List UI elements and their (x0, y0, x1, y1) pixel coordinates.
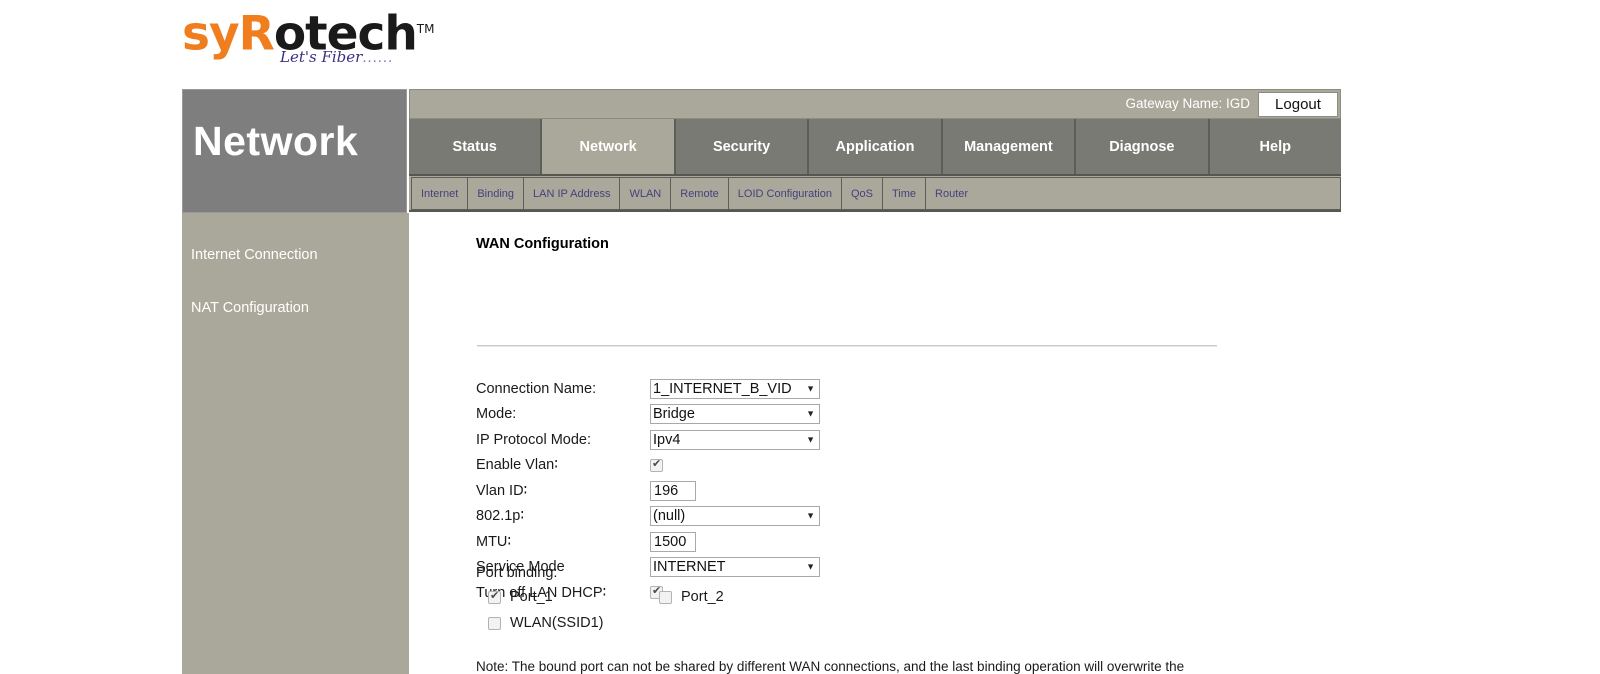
control-mtu (650, 531, 696, 552)
logo-text-r: R (238, 6, 275, 62)
dot1p-dropdown-wrap: (null) ▼ (650, 506, 820, 527)
port-1-label: Port_1 (510, 589, 553, 605)
logo-tagline: Let's Fiber...... (280, 48, 393, 66)
control-dot1p: (null) ▼ (650, 506, 820, 527)
label-enable-vlan: Enable Vlan∶ (476, 457, 558, 474)
logo-text-sy: sy (182, 6, 240, 62)
wlan-ssid1-checkbox[interactable] (488, 616, 501, 630)
topbar: Gateway Name: IGD Logout (409, 89, 1341, 119)
dot1p-select[interactable]: (null) (650, 506, 820, 527)
left-column: Network Internet Connection NAT Configur… (182, 89, 409, 674)
tab-security[interactable]: Security (675, 119, 810, 174)
admin-frame: Network Internet Connection NAT Configur… (182, 89, 1341, 674)
logo-trademark: TM (416, 22, 435, 36)
sub-navigation: Internet Binding LAN IP Address WLAN Rem… (409, 174, 1341, 212)
label-mtu: MTU∶ (476, 533, 512, 550)
tab-diagnose[interactable]: Diagnose (1076, 119, 1210, 174)
label-port-binding: Port binding: (476, 565, 558, 581)
row-dot1p: 802.1p∶ (null) ▼ (476, 504, 1236, 530)
section-title-block: Network (182, 89, 407, 213)
page-title: Network (193, 118, 359, 164)
row-turn-off-lan-dhcp: Turn off LAN DHCP∶ (476, 580, 1236, 606)
subtab-time[interactable]: Time (881, 177, 927, 210)
logo-tagline-dots: ...... (362, 51, 394, 66)
subtab-qos[interactable]: QoS (840, 177, 883, 210)
ip-protocol-mode-select[interactable]: Ipv4 (650, 429, 820, 450)
label-mode: Mode: (476, 406, 517, 423)
row-connection-name: Connection Name: 1_INTERNET_B_VID ▼ (476, 376, 1236, 402)
logo-tagline-text: Let's Fiber (280, 48, 363, 66)
label-ip-protocol-mode: IP Protocol Mode: (476, 431, 591, 448)
mtu-input[interactable] (650, 531, 696, 552)
wan-configuration-form: Connection Name: 1_INTERNET_B_VID ▼ Mode… (476, 376, 1236, 606)
mode-select[interactable]: Bridge (650, 404, 820, 425)
control-connection-name: 1_INTERNET_B_VID ▼ (650, 378, 820, 399)
router-admin-page: syRotechTM Let's Fiber...... Network Int… (0, 0, 1600, 674)
service-mode-dropdown-wrap: INTERNET ▼ (650, 557, 820, 578)
wlan-ssid1-label: WLAN(SSID1) (510, 615, 604, 631)
row-enable-vlan: Enable Vlan∶ (476, 453, 1236, 479)
subtab-lan-ip-address[interactable]: LAN IP Address (523, 177, 621, 210)
tab-management[interactable]: Management (942, 119, 1077, 174)
port-2-checkbox[interactable] (659, 590, 672, 604)
subtab-binding[interactable]: Binding (467, 177, 525, 210)
label-dot1p: 802.1p∶ (476, 508, 525, 525)
label-connection-name: Connection Name: (476, 380, 597, 397)
tab-status[interactable]: Status (409, 119, 543, 174)
row-service-mode: Service Mode INTERNET ▼ (476, 555, 1236, 581)
subtab-internet[interactable]: Internet (411, 177, 469, 210)
port-binding-item-wlan-ssid1: WLAN(SSID1) (488, 615, 603, 631)
control-ip-protocol-mode: Ipv4 ▼ (650, 429, 820, 450)
mode-dropdown-wrap: Bridge ▼ (650, 404, 820, 425)
sub-navigation-filler (977, 177, 1341, 210)
row-ip-protocol-mode: IP Protocol Mode: Ipv4 ▼ (476, 427, 1236, 453)
content-area: WAN Configuration Connection Name: 1_INT… (409, 212, 1341, 674)
logout-button[interactable]: Logout (1258, 92, 1338, 117)
port-binding-item-port-2: Port_2 (659, 589, 724, 605)
control-enable-vlan (650, 456, 663, 474)
row-mtu: MTU∶ (476, 529, 1236, 555)
label-vlan-id: Vlan ID∶ (476, 482, 528, 499)
control-vlan-id (650, 480, 696, 501)
tab-network[interactable]: Network (542, 119, 676, 174)
vlan-id-input[interactable] (650, 480, 696, 501)
port-binding-item-port-1: Port_1 (488, 589, 553, 605)
enable-vlan-checkbox[interactable] (650, 458, 663, 472)
control-mode: Bridge ▼ (650, 404, 820, 425)
subtab-router[interactable]: Router (925, 177, 979, 210)
main-navigation: Status Network Security Application Mana… (409, 119, 1341, 174)
connection-name-dropdown-wrap: 1_INTERNET_B_VID ▼ (650, 378, 820, 399)
sidebar-item-nat-configuration[interactable]: NAT Configuration (182, 299, 309, 317)
sidebar: Internet Connection NAT Configuration (182, 213, 409, 674)
port-2-label: Port_2 (681, 589, 724, 605)
service-mode-select[interactable]: INTERNET (650, 557, 820, 578)
gateway-name-label: Gateway Name: IGD (1125, 96, 1250, 111)
ip-protocol-mode-dropdown-wrap: Ipv4 ▼ (650, 429, 820, 450)
subtab-remote[interactable]: Remote (670, 177, 729, 210)
subtab-loid-configuration[interactable]: LOID Configuration (727, 177, 842, 210)
sidebar-item-internet-connection[interactable]: Internet Connection (182, 246, 318, 264)
row-vlan-id: Vlan ID∶ (476, 478, 1236, 504)
right-column: Gateway Name: IGD Logout Status Network … (409, 89, 1341, 674)
content-heading: WAN Configuration (476, 236, 609, 252)
tab-help[interactable]: Help (1209, 119, 1341, 174)
port-1-checkbox[interactable] (488, 590, 501, 604)
syrotech-logo: syRotechTM Let's Fiber...... (182, 2, 434, 80)
subtab-wlan[interactable]: WLAN (619, 177, 672, 210)
connection-name-select[interactable]: 1_INTERNET_B_VID (650, 378, 820, 399)
tab-application[interactable]: Application (809, 119, 943, 174)
heading-divider (477, 345, 1217, 347)
row-mode: Mode: Bridge ▼ (476, 402, 1236, 428)
control-service-mode: INTERNET ▼ (650, 557, 820, 578)
port-binding-note: Note: The bound port can not be shared b… (476, 659, 1185, 674)
